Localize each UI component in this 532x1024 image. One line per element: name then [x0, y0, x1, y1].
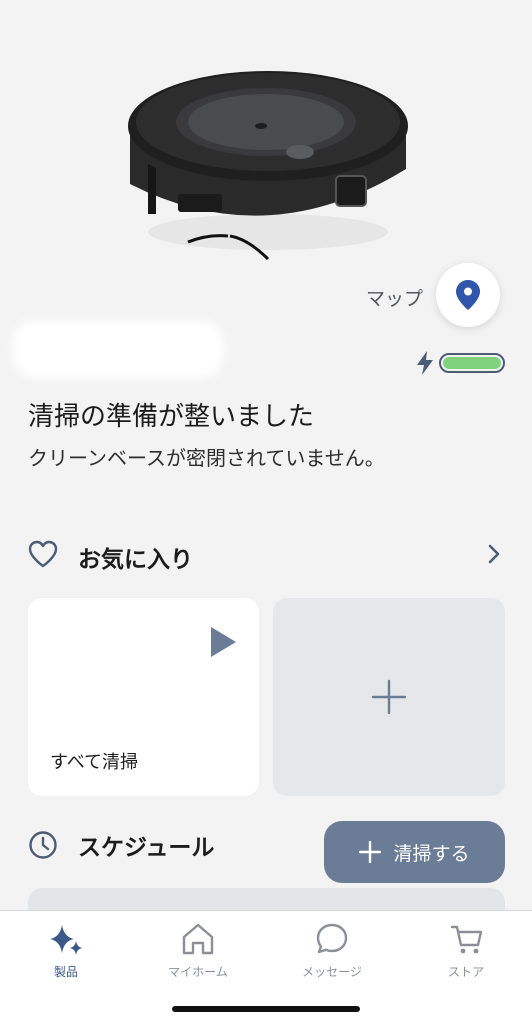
- tab-my-home[interactable]: マイホーム: [148, 921, 248, 980]
- tab-products[interactable]: 製品: [16, 921, 116, 980]
- plus-icon: [371, 679, 407, 715]
- chevron-right-icon[interactable]: [488, 544, 500, 564]
- favorite-card-clean-all[interactable]: すべて清掃: [28, 598, 259, 796]
- heart-icon: [28, 540, 58, 568]
- map-button[interactable]: [436, 263, 500, 327]
- favorites-title: お気に入り: [78, 547, 193, 573]
- chat-bubble-icon: [316, 923, 348, 954]
- status-subtitle: クリーンベースが密閉されていません。: [28, 446, 385, 470]
- tab-store[interactable]: ストア: [416, 921, 516, 980]
- clean-now-label: 清掃する: [393, 842, 470, 865]
- tab-label: マイホーム: [168, 965, 228, 979]
- plus-icon: [359, 841, 382, 863]
- battery-fill: [443, 357, 501, 369]
- sparkle-icon: [50, 925, 82, 955]
- home-indicator: [172, 1006, 360, 1012]
- tab-label: ストア: [447, 965, 484, 979]
- charging-bolt-icon: [417, 351, 433, 375]
- add-favorite-card[interactable]: [273, 598, 505, 796]
- clock-icon: [29, 831, 57, 859]
- location-pin-icon: [456, 280, 480, 310]
- robot-home-screen: マップ 清掃の準備が整いました クリーンベースが密閉されていません。 お気に入り…: [0, 0, 532, 1024]
- robot-name: [12, 320, 224, 378]
- map-label: マップ: [366, 288, 424, 310]
- home-icon: [182, 923, 214, 955]
- favorites-header[interactable]: お気に入り: [28, 536, 504, 576]
- robot-vacuum-image: [128, 71, 408, 261]
- play-icon[interactable]: [209, 626, 237, 658]
- tab-messages[interactable]: メッセージ: [282, 921, 382, 980]
- status-title: 清掃の準備が整いました: [28, 402, 315, 432]
- favorite-card-label: すべて清掃: [50, 752, 139, 773]
- tab-label: メッセージ: [302, 965, 362, 979]
- battery-indicator: [439, 353, 505, 373]
- cart-icon: [450, 925, 483, 954]
- clean-now-button[interactable]: 清掃する: [324, 821, 505, 883]
- schedule-title: スケジュール: [78, 835, 215, 861]
- tab-label: 製品: [53, 965, 78, 979]
